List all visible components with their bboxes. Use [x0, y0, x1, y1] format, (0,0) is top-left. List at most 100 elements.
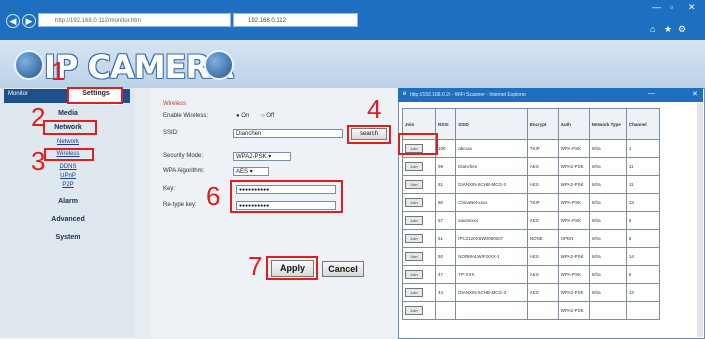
join-button[interactable]: Join	[405, 252, 423, 261]
popup-titlebar: http://192.168.0.2/ - WiFi Scanner - Int…	[398, 88, 703, 102]
table-header-row: Join RSSI SSID Encrypt Auth Network Type…	[401, 108, 661, 140]
column-header-rssi: RSSI	[435, 108, 457, 140]
cell-type: Infra	[588, 265, 627, 284]
highlight-box-5	[398, 133, 438, 155]
table-row: Join 51 IPC2120X6W0090007 NONE OPEN Infra 6	[401, 229, 661, 248]
cell-rssi: 50	[435, 247, 457, 266]
cell-auth: WPA2-PSK	[557, 301, 590, 320]
cancel-button[interactable]: Cancel	[322, 261, 364, 277]
join-cell: Join	[401, 247, 437, 266]
retype-key-label: Re-type key:	[163, 202, 197, 208]
sidebar-link-network[interactable]: Network	[38, 139, 98, 145]
step-number-4: 4	[367, 94, 382, 124]
close-icon[interactable]: ✕	[688, 2, 696, 13]
cell-channel: 6	[625, 211, 661, 230]
cell-rssi: 100	[435, 139, 457, 158]
maximize-icon[interactable]: ▫	[670, 2, 673, 12]
enable-wireless-label: Enable Wireless:	[163, 113, 209, 119]
popup-scrollbar[interactable]	[697, 103, 703, 337]
cell-encrypt: TKIP	[526, 193, 559, 212]
cell-channel: 1	[625, 139, 661, 158]
cell-type: Infra	[588, 175, 627, 194]
enable-off-radio[interactable]: ○ Off	[261, 113, 274, 119]
security-mode-value: WPA2-PSK	[236, 154, 267, 160]
cell-encrypt: TKIP	[526, 139, 559, 158]
tab-monitor[interactable]: Monitor	[8, 91, 28, 97]
sidebar-item-media[interactable]: Media	[38, 110, 98, 117]
cell-type: Infra	[588, 229, 627, 248]
cell-auth: OPEN	[557, 229, 590, 248]
join-button[interactable]: Join	[405, 180, 423, 189]
join-button[interactable]: Join	[405, 270, 423, 279]
join-button[interactable]: Join	[405, 198, 423, 207]
join-cell: Join	[401, 211, 437, 230]
browser-tab[interactable]: 192.168.0.112	[233, 13, 358, 27]
section-title: Wireless	[163, 101, 187, 107]
cell-channel: 14	[625, 247, 661, 266]
favorites-star-icon[interactable]: ★	[664, 24, 672, 35]
cell-encrypt: AES	[526, 157, 559, 176]
sidebar-link-ddns[interactable]: DDNS	[38, 164, 98, 170]
highlight-box-4	[347, 125, 391, 144]
step-number-7: 7	[248, 251, 263, 281]
sidebar-item-system[interactable]: System	[38, 234, 98, 241]
globe-logo-icon	[14, 50, 44, 80]
ssid-input[interactable]: Dianchen	[233, 129, 343, 138]
sidebar-link-p2p[interactable]: P2P	[38, 182, 98, 188]
globe-logo-icon	[204, 50, 234, 80]
cell-type: Infra	[588, 283, 627, 302]
table-row: Join 80 ChinaNet-xxxx TKIP WPA-PSK Infra 13	[401, 193, 661, 212]
join-cell: Join	[401, 229, 437, 248]
join-cell: Join	[401, 157, 437, 176]
home-icon[interactable]: ⌂	[650, 24, 655, 34]
back-arrow-icon[interactable]: ◀	[6, 14, 20, 28]
highlight-box-3	[44, 148, 94, 161]
join-button[interactable]: Join	[405, 306, 423, 315]
cell-encrypt: AES	[526, 175, 559, 194]
table-row: Join 57 xiaomixxx AES WPA-PSK Infra 6	[401, 211, 661, 230]
step-number-3: 3	[31, 146, 46, 176]
cell-rssi: 51	[435, 229, 457, 248]
join-button[interactable]: Join	[405, 162, 423, 171]
cell-type: Infra	[588, 211, 627, 230]
cell-auth: WPA-PSK	[557, 211, 590, 230]
enable-on-radio[interactable]: ● On	[236, 113, 249, 119]
join-button[interactable]: Join	[405, 216, 423, 225]
cell-type: Infra	[588, 139, 627, 158]
popup-close-icon[interactable]: ✕	[692, 90, 698, 98]
minimize-icon[interactable]: —	[652, 2, 661, 12]
sidebar-item-advanced[interactable]: Advanced	[38, 216, 98, 223]
table-row: Join 100 abcxxx TKIP WPA-PSK Infra 1	[401, 139, 661, 158]
sidebar-item-alarm[interactable]: Alarm	[38, 198, 98, 205]
cell-ssid: DIANXIN-6CHB-MCG-3	[455, 175, 528, 194]
cell-auth: WPA-PSK	[557, 265, 590, 284]
highlight-box-6	[230, 180, 343, 213]
cell-type	[588, 301, 627, 320]
address-bar[interactable]: http://192.168.0.112/monitor.htm	[38, 13, 231, 27]
cell-ssid: DIANXIN-6CHB-MCG-3	[455, 283, 528, 302]
cell-ssid: TP-XXX	[455, 265, 528, 284]
table-row: Join 44 DIANXIN-6CHB-MCG-3 AES WPA2-PSK Infra…	[401, 283, 661, 302]
step-number-1: 1	[51, 56, 66, 86]
cell-rssi: 80	[435, 193, 457, 212]
table-row: Join 81 DIANXIN-6CHB-MCG-3 AES WPA2-PSK Infra…	[401, 175, 661, 194]
join-cell: Join	[401, 193, 437, 212]
join-button[interactable]: Join	[405, 234, 423, 243]
wpa-algorithm-label: WPA Algorithm:	[163, 168, 205, 174]
popup-minimize-icon[interactable]: —	[648, 90, 655, 97]
ie-icon: e	[403, 91, 407, 97]
sidebar-link-upnp[interactable]: UPnP	[38, 173, 98, 179]
security-mode-select[interactable]: WPA2-PSK ▾	[233, 152, 291, 161]
cell-channel: 6	[625, 265, 661, 284]
cell-type: Infra	[588, 247, 627, 266]
table-row: Join WPA2-PSK	[401, 301, 661, 320]
cell-auth: WPA2-PSK	[557, 175, 590, 194]
gear-icon[interactable]: ⚙	[678, 24, 686, 35]
cell-ssid: NORMALWIFIXXX-1	[455, 247, 528, 266]
popup-title: http://192.168.0.2/ - WiFi Scanner - Int…	[410, 92, 527, 98]
forward-arrow-icon[interactable]: ▶	[22, 14, 36, 28]
wpa-algorithm-select[interactable]: AES ▾	[233, 167, 269, 176]
highlight-box-1	[67, 87, 123, 104]
column-header-ssid: SSID	[455, 108, 528, 140]
join-button[interactable]: Join	[405, 288, 423, 297]
